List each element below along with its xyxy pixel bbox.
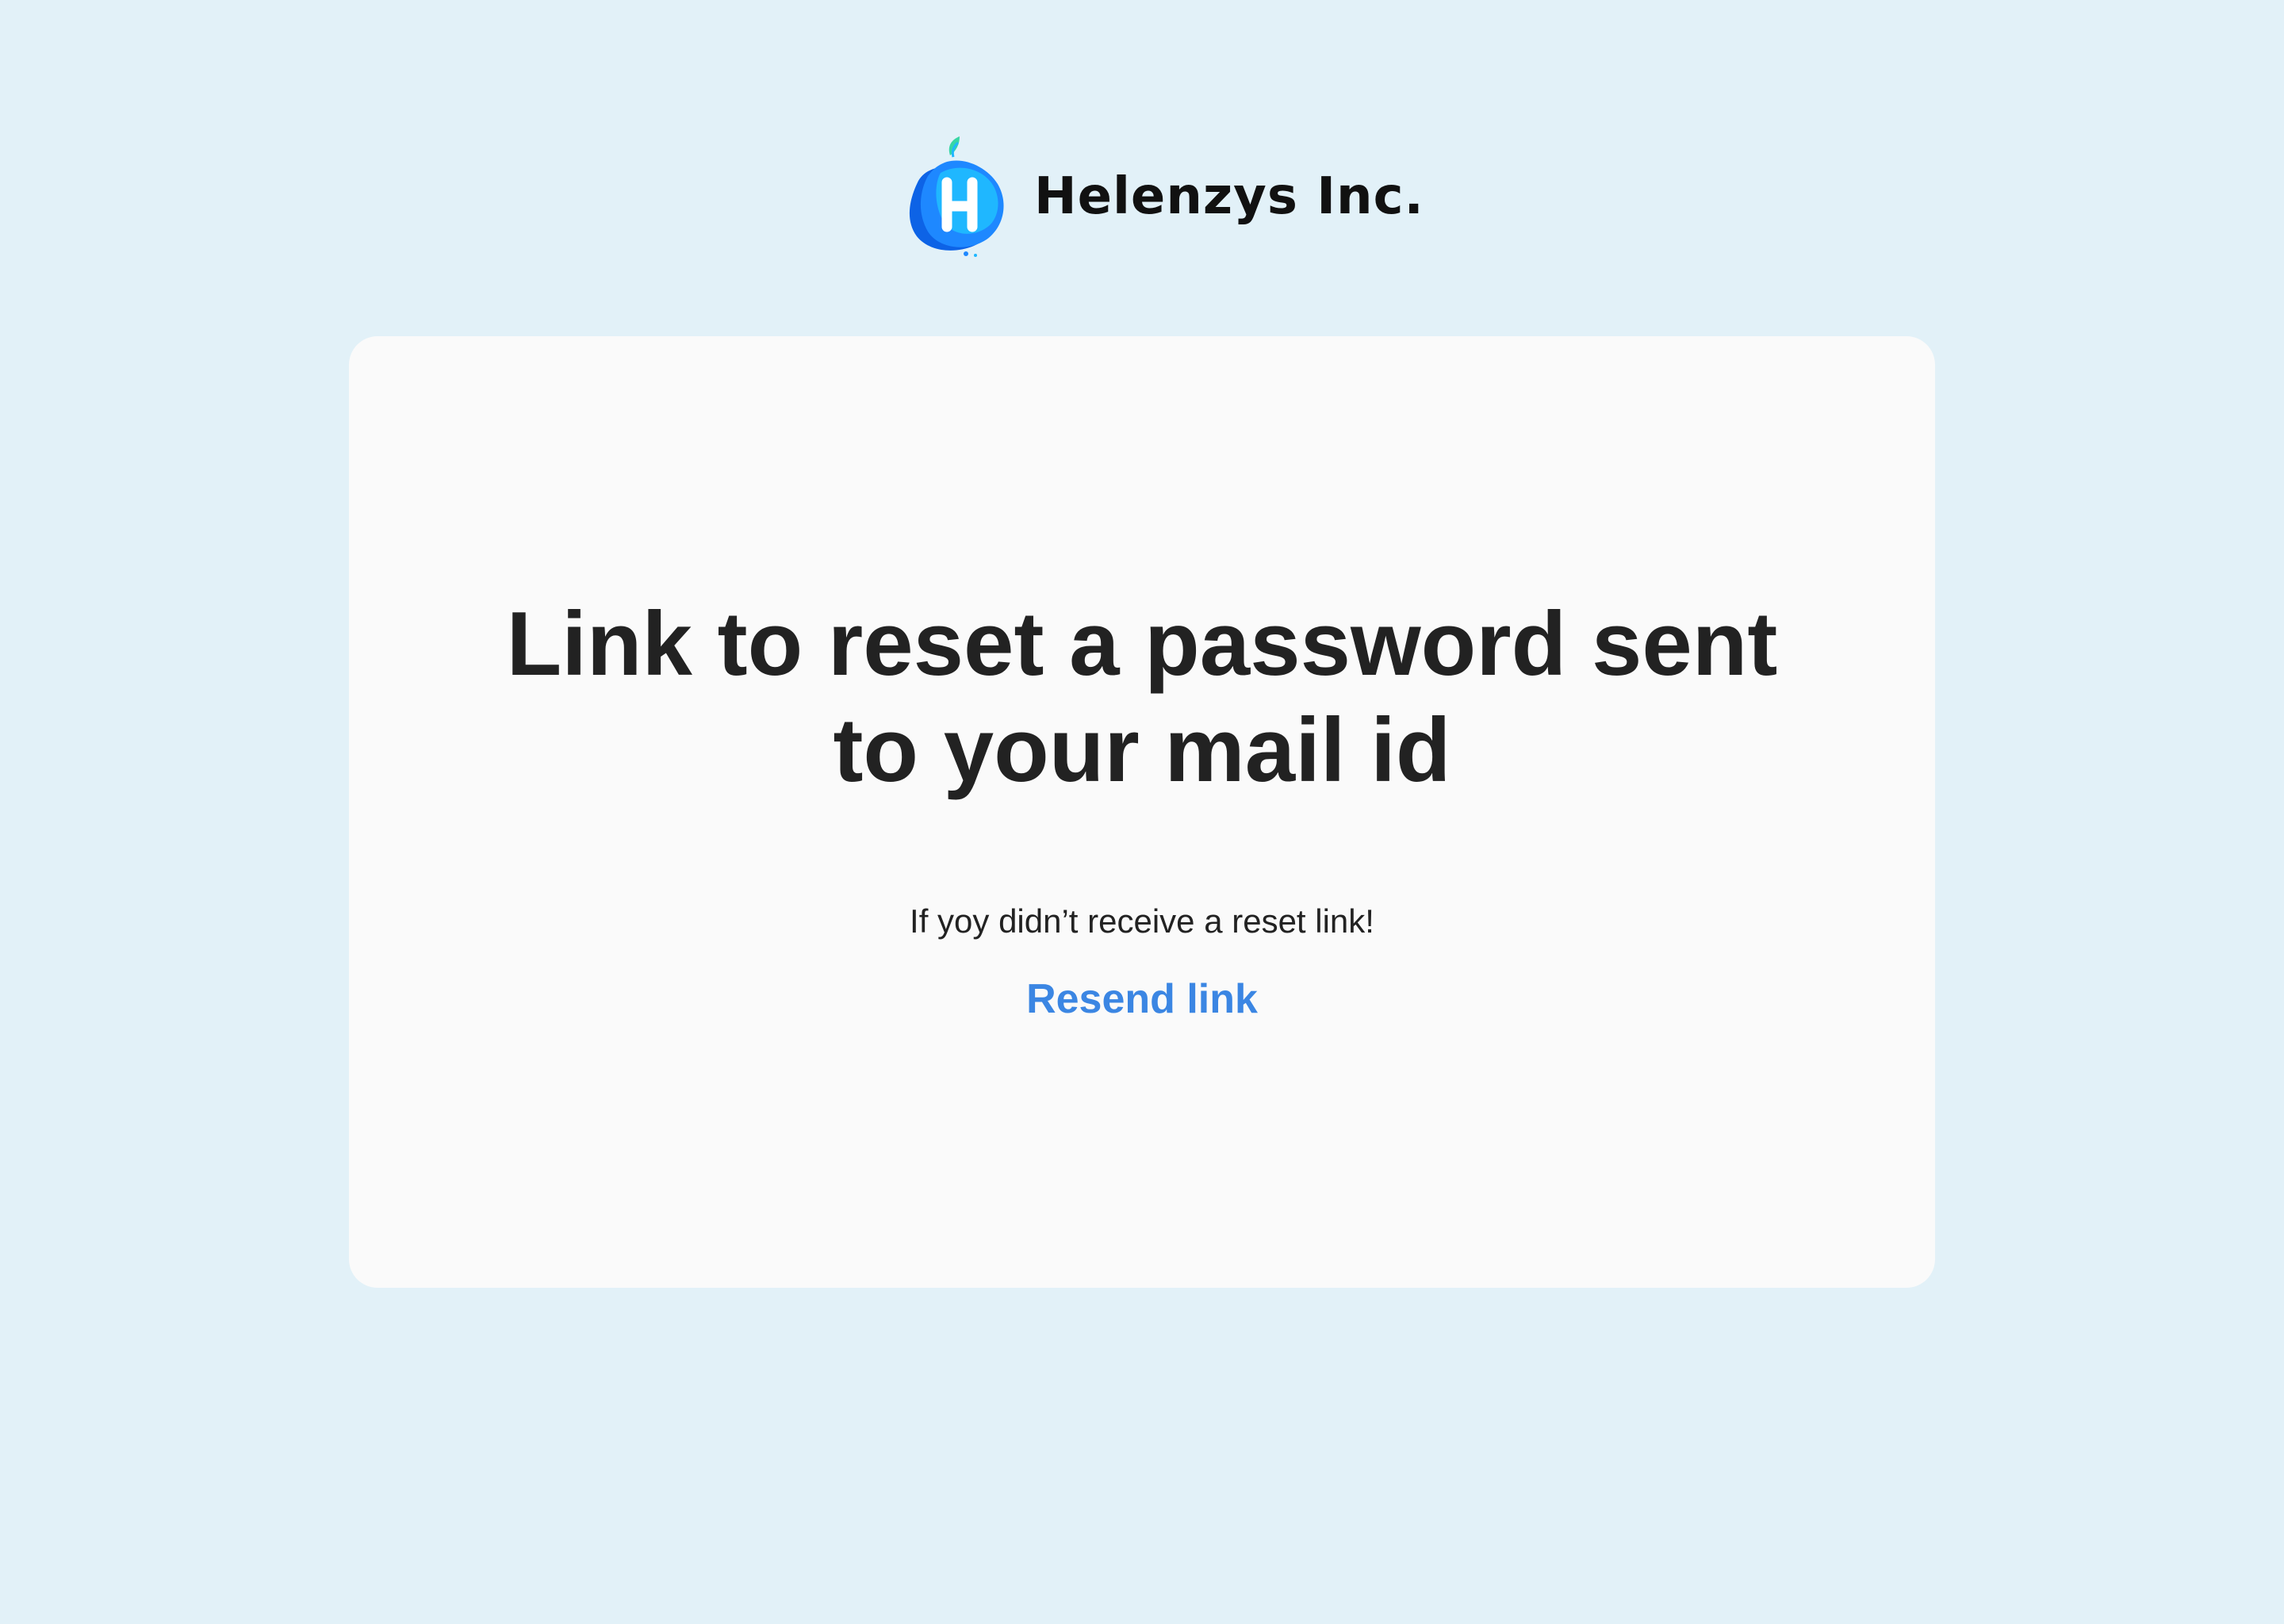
resend-link[interactable]: Resend link [349, 972, 1935, 1026]
brand-header: Helenzys Inc. [896, 133, 1424, 260]
page-title-line-1: Link to reset a password sent [506, 594, 1778, 695]
helenzys-logo-icon [909, 136, 1004, 257]
reset-confirmation-card: Link to reset a password sent to your ma… [349, 336, 1935, 1288]
page-title: Link to reset a password sent to your ma… [349, 592, 1935, 804]
resend-hint-text: If yoy didn’t receive a reset link! [910, 902, 1374, 940]
brand-name: Helenzys Inc. [1034, 167, 1424, 226]
page-title-line-2: to your mail id [833, 700, 1451, 801]
